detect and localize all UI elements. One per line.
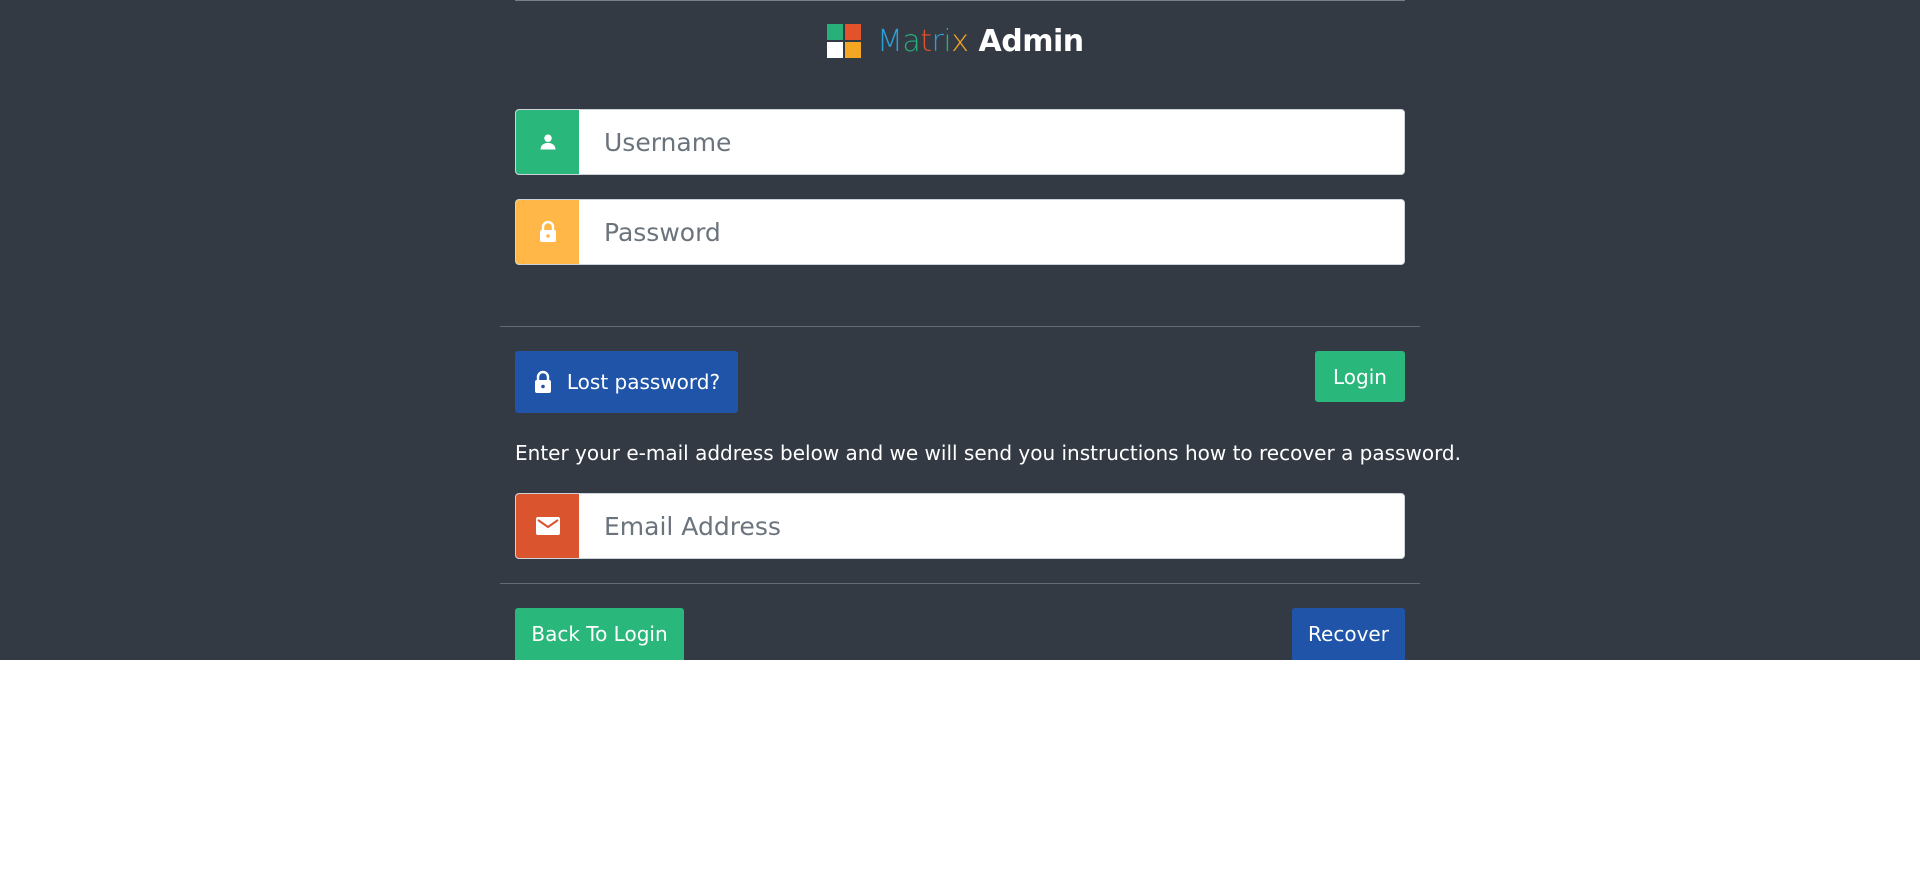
- back-to-login-label: Back To Login: [531, 622, 668, 646]
- recover-button[interactable]: Recover: [1292, 608, 1405, 660]
- top-divider: [515, 0, 1405, 1]
- lock-icon: [533, 370, 553, 394]
- app-root: Matrix Admin Lost password? Login Enter y…: [0, 0, 1920, 878]
- username-group: [515, 109, 1405, 175]
- password-group: [515, 199, 1405, 265]
- login-panel: [0, 0, 1920, 660]
- lock-icon: [538, 221, 558, 243]
- brand-letter: M: [877, 24, 903, 59]
- user-icon: [538, 132, 558, 152]
- login-label: Login: [1333, 364, 1387, 389]
- back-to-login-button[interactable]: Back To Login: [515, 608, 684, 660]
- login-button[interactable]: Login: [1315, 351, 1405, 402]
- username-addon: [516, 110, 579, 174]
- email-group: [515, 493, 1405, 559]
- password-addon: [516, 200, 579, 264]
- brand-letter: r: [931, 24, 944, 59]
- lost-password-button[interactable]: Lost password?: [515, 351, 738, 413]
- recover-instructions: Enter your e-mail address below and we w…: [515, 441, 1461, 465]
- recover-divider: [500, 583, 1420, 584]
- brand-logo-icon: [827, 24, 863, 60]
- email-addon: [516, 494, 579, 558]
- lost-password-label: Lost password?: [566, 370, 721, 394]
- brand-letter: x: [951, 24, 969, 59]
- mail-icon: [535, 517, 560, 535]
- brand-word-admin: Admin: [978, 24, 1085, 59]
- brand-word-matrix: Matrix: [877, 24, 969, 59]
- brand: Matrix Admin: [827, 24, 1084, 60]
- password-input[interactable]: [579, 200, 1404, 264]
- brand-name: Matrix Admin: [877, 24, 1084, 60]
- brand-letter: a: [902, 24, 921, 59]
- username-input[interactable]: [579, 110, 1404, 174]
- recover-label: Recover: [1308, 622, 1389, 646]
- email-input[interactable]: [579, 494, 1404, 558]
- brand-letter: t: [920, 24, 932, 59]
- form-divider: [500, 326, 1420, 327]
